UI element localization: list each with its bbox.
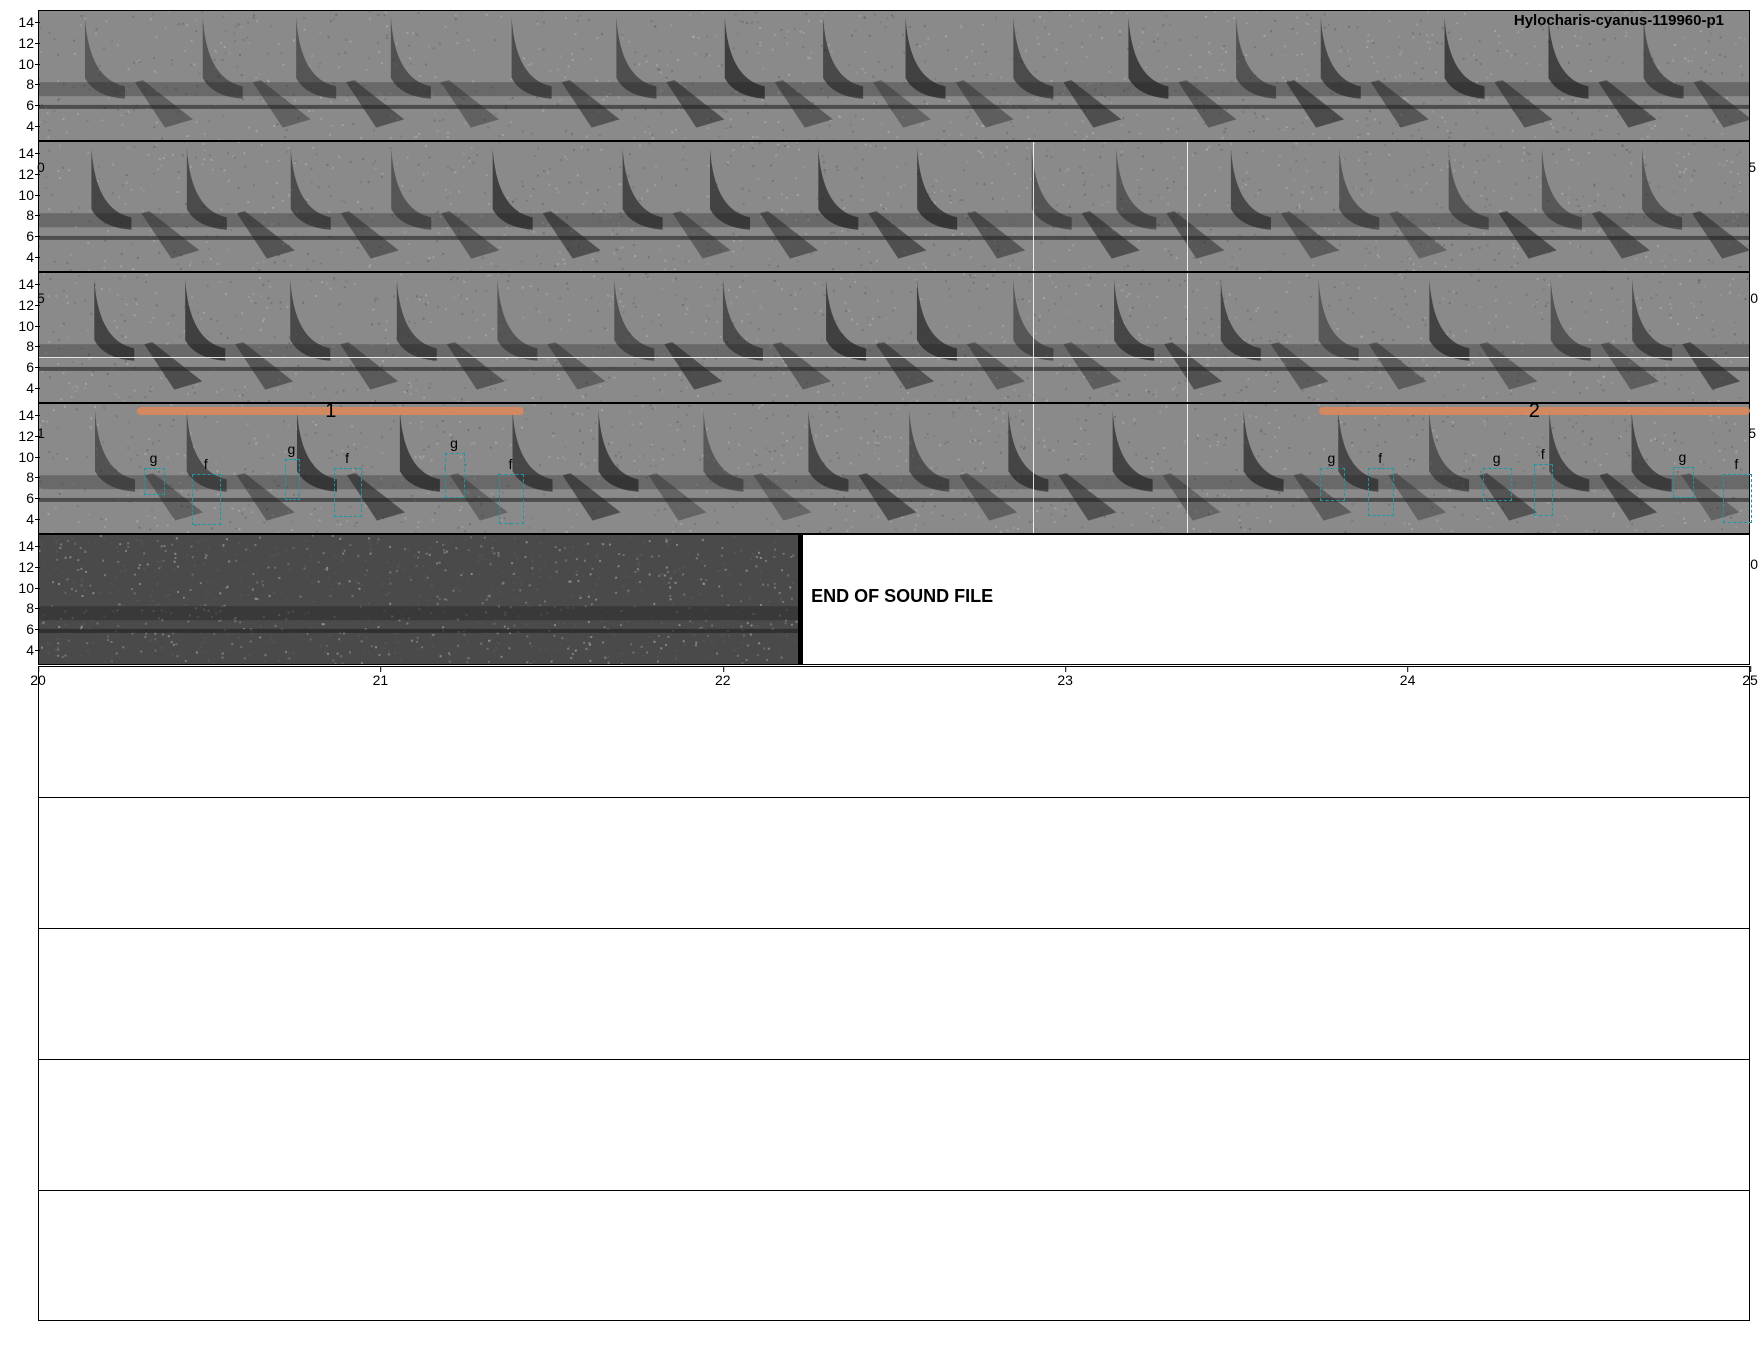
note-box (192, 474, 222, 525)
guide-line (1032, 141, 1034, 272)
note-box (334, 467, 362, 518)
y-tick-label: 8 (26, 207, 40, 224)
note-label: f (345, 449, 349, 466)
note-box (1672, 466, 1694, 498)
note-label: f (203, 456, 208, 473)
y-tick-label: 10 (18, 448, 40, 465)
note-label: g (287, 440, 296, 457)
y-tick-label: 14 (18, 538, 40, 555)
y-tick-label: 14 (18, 276, 40, 293)
y-tick-label: 8 (26, 600, 40, 617)
page-title: Hylocharis-cyanus-119960-p1 (1513, 12, 1724, 29)
spectrogram-image (38, 10, 1750, 141)
y-tick-label: 6 (26, 227, 40, 244)
y-tick-label: 6 (26, 96, 40, 113)
y-tick-label: 4 (26, 117, 40, 134)
spectrogram-image (38, 141, 1750, 272)
guide-line (38, 356, 1750, 358)
y-tick-label: 6 (26, 358, 40, 375)
phrase-label: 2 (1528, 400, 1540, 422)
y-tick-label: 12 (18, 559, 40, 575)
spectrogram-row-3: 14 12 10 8 6 4 5 0 (18, 272, 1758, 403)
note-label: f (1734, 456, 1739, 473)
y-tick-label: 4 (26, 510, 40, 527)
note-label: f (1540, 445, 1545, 462)
y-tick-label: 14 (18, 407, 40, 424)
spectrogram-row-4: 14 12 10 8 6 4 1 5 12gfgfgfgfgfgf (18, 400, 1756, 534)
note-box (1320, 467, 1345, 501)
y-tick-label: 10 (18, 317, 40, 334)
empty-row (38, 797, 1750, 928)
y-tick-label: 14 (18, 145, 40, 162)
spectrogram-row-1: 14 12 10 8 6 4 (18, 10, 1750, 141)
spectrogram-image (38, 272, 1750, 403)
note-label: g (450, 434, 458, 451)
note-box (1722, 474, 1752, 523)
note-label: f (508, 456, 513, 473)
note-label: g (149, 449, 158, 466)
end-of-file-panel: END OF SOUND FILE (798, 534, 1750, 665)
note-box (284, 458, 301, 500)
y-tick-label: 4 (26, 641, 40, 658)
y-tick-label: 6 (26, 620, 40, 637)
note-box (1482, 467, 1513, 501)
guide-line (1032, 272, 1034, 403)
y-tick-label: 8 (26, 76, 40, 93)
note-box (1534, 463, 1554, 517)
y-tick-label: 10 (18, 186, 40, 203)
note-box (445, 452, 465, 498)
y-axis-labels: 14 12 10 8 6 4 (0, 534, 40, 665)
y-tick-label: 12 (18, 35, 40, 51)
y-tick-label: 12 (18, 428, 40, 444)
edge-glyph: 1 (37, 425, 45, 441)
guide-line (1032, 403, 1034, 534)
y-tick-label: 8 (26, 469, 40, 486)
empty-row (38, 1059, 1750, 1190)
note-label: g (1492, 449, 1501, 466)
empty-row (38, 928, 1750, 1059)
y-tick-label: 6 (26, 489, 40, 506)
spectrogram-image (38, 534, 799, 665)
note-label: f (1378, 449, 1383, 466)
y-tick-label: 14 (18, 14, 40, 31)
y-axis-labels: 14 12 10 8 6 4 (0, 141, 40, 272)
note-label: g (1327, 449, 1336, 466)
note-label: g (1678, 448, 1687, 465)
edge-glyph: 0 (1750, 290, 1758, 306)
y-axis-labels: 14 12 10 8 6 4 (0, 272, 40, 403)
guide-line (1186, 141, 1188, 272)
phrase-label: 1 (325, 400, 337, 422)
y-tick-label: 4 (26, 379, 40, 396)
spectrogram-row-5: END OF SOUND FILE 14 12 10 8 6 4 0 (18, 534, 1758, 665)
edge-glyph: 5 (1748, 425, 1756, 441)
y-axis-labels: 14 12 10 8 6 4 (0, 403, 40, 534)
edge-glyph: 5 (1748, 159, 1756, 175)
note-box (1368, 467, 1395, 517)
note-box (144, 467, 165, 495)
edge-glyph: 0 (1750, 556, 1758, 572)
empty-row (38, 1190, 1750, 1321)
y-tick-label: 12 (18, 297, 40, 313)
edge-glyph: 5 (37, 290, 45, 306)
end-of-file-text: END OF SOUND FILE (811, 586, 994, 606)
y-tick-label: 12 (18, 166, 40, 182)
y-tick-label: 10 (18, 55, 40, 72)
y-tick-label: 4 (26, 248, 40, 265)
note-box (498, 474, 525, 524)
spectrogram-row-2: 14 12 10 8 6 4 0 5 (18, 141, 1756, 272)
edge-glyph: 0 (37, 159, 45, 175)
guide-line (1186, 403, 1188, 534)
y-tick-label: 8 (26, 338, 40, 355)
empty-row (38, 666, 1750, 797)
guide-line (1186, 272, 1188, 403)
y-axis-labels: 14 12 10 8 6 4 (0, 10, 40, 141)
y-tick-label: 10 (18, 579, 40, 596)
